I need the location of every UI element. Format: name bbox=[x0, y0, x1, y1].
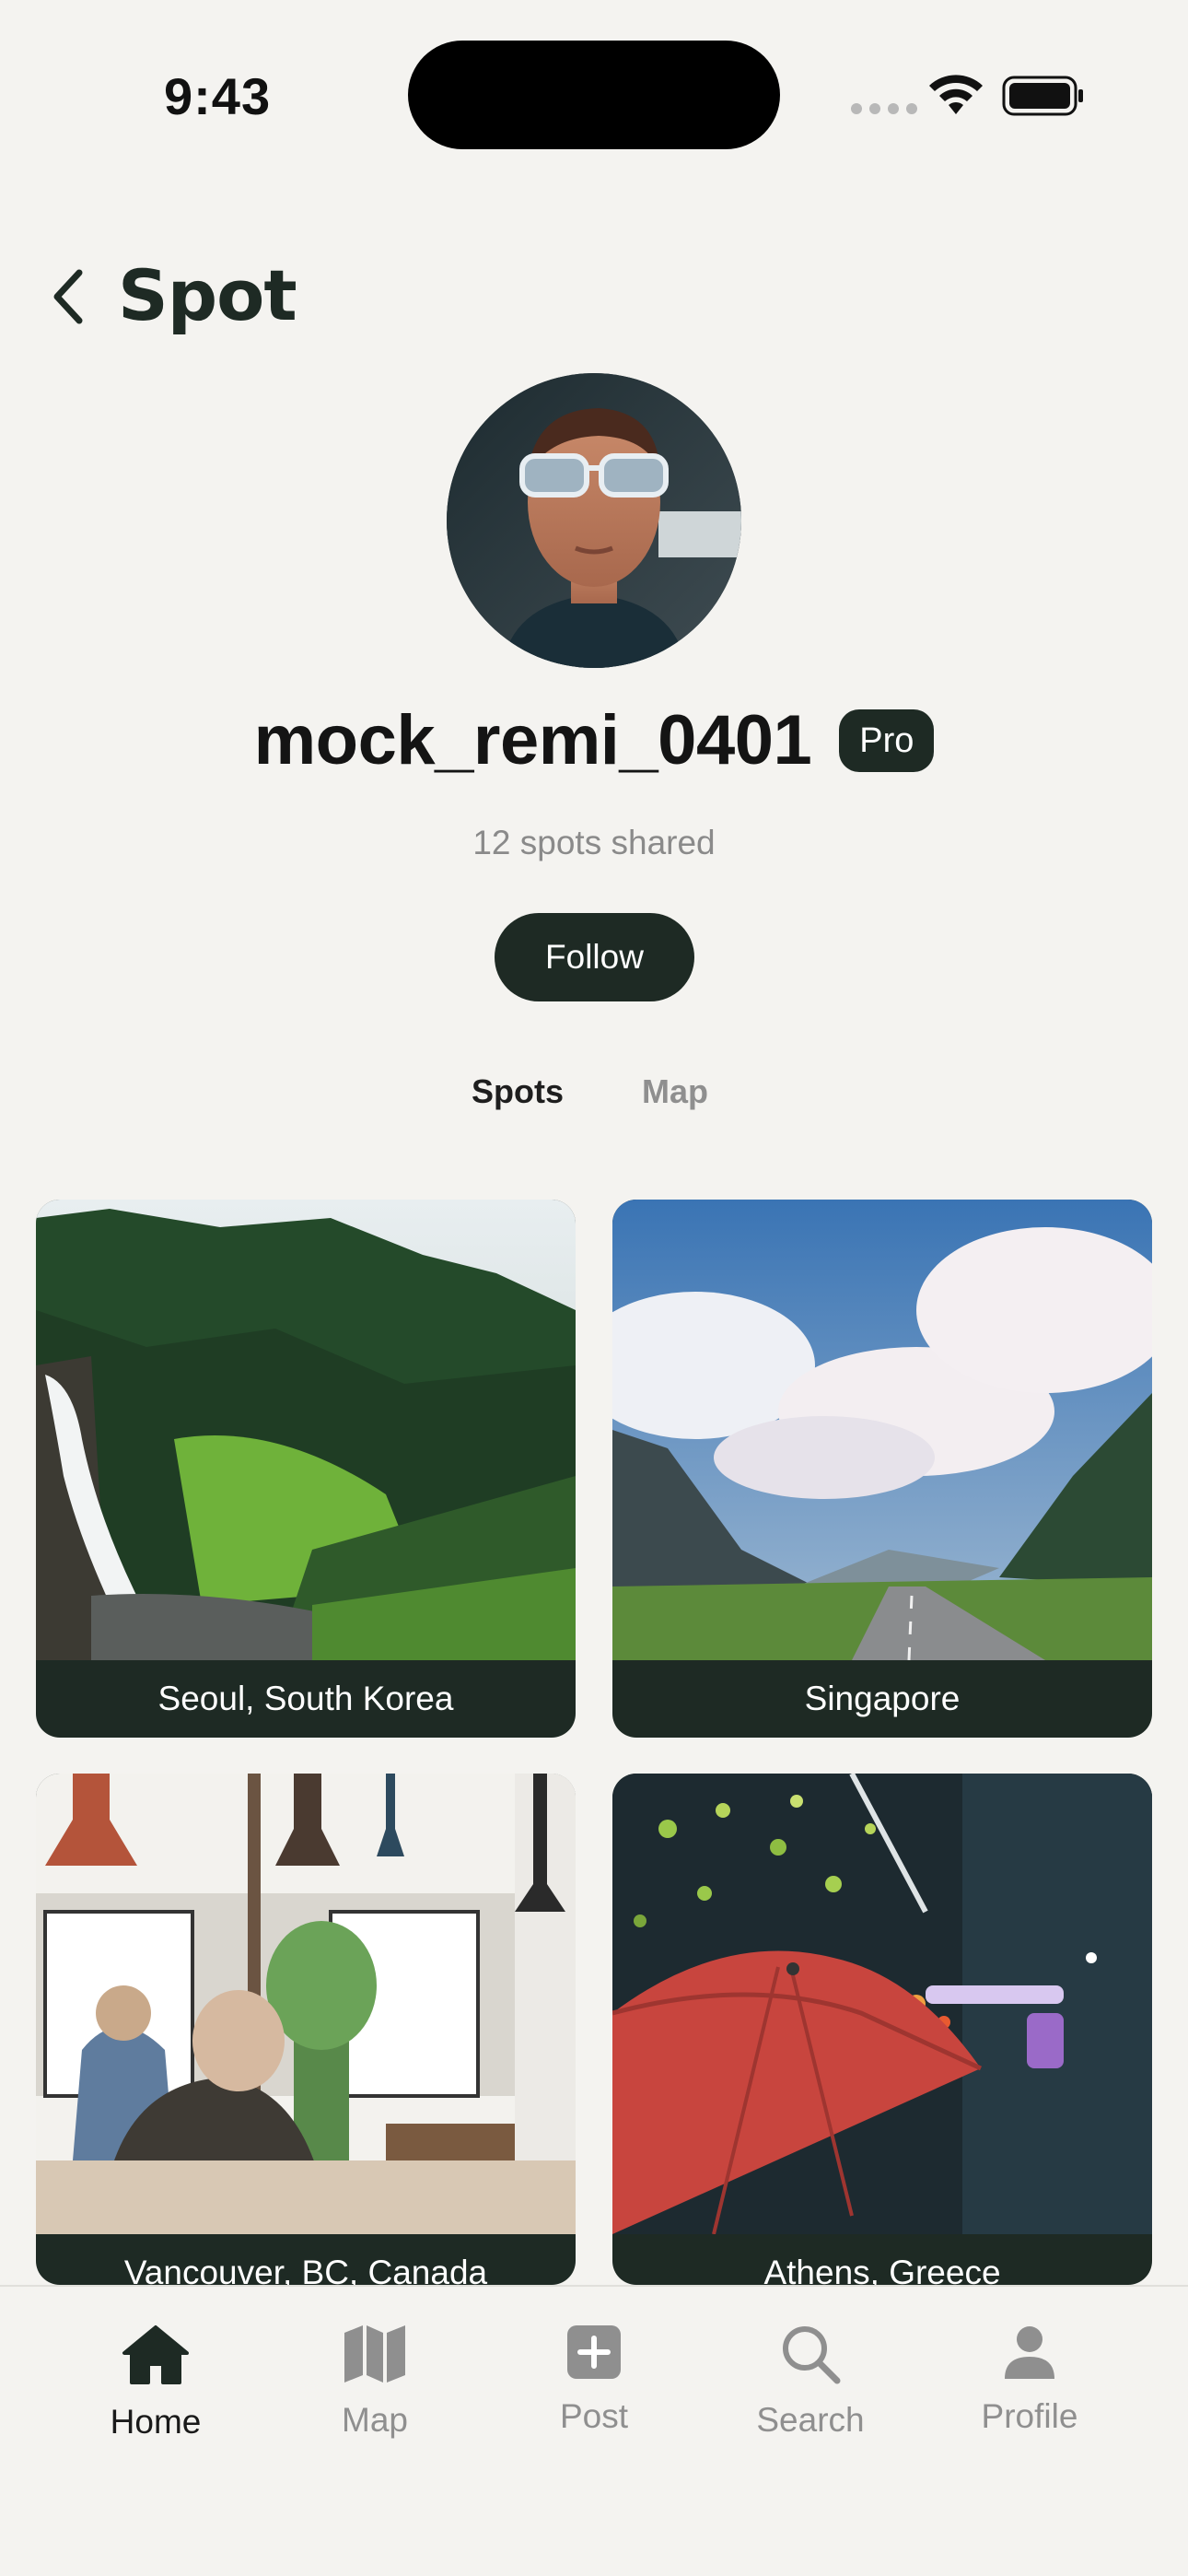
spot-photo-waterfall bbox=[36, 1200, 576, 1660]
nav-home[interactable]: Home bbox=[73, 2324, 239, 2441]
nav-home-label: Home bbox=[110, 2403, 202, 2441]
nav-post-label: Post bbox=[559, 2397, 629, 2435]
username: mock_remi_0401 bbox=[253, 701, 812, 779]
nav-post[interactable]: Post bbox=[511, 2324, 677, 2436]
nav-map[interactable]: Map bbox=[292, 2324, 458, 2440]
plus-square-icon bbox=[567, 2325, 621, 2379]
spot-card-label: Singapore bbox=[804, 1680, 961, 1717]
nav-profile-label: Profile bbox=[981, 2397, 1078, 2435]
wifi-icon bbox=[929, 75, 983, 114]
spot-photo-umbrella bbox=[612, 1774, 1152, 2234]
spot-card-label: Seoul, South Korea bbox=[157, 1680, 454, 1717]
follow-button[interactable]: Follow bbox=[495, 913, 694, 1001]
nav-map-label: Map bbox=[342, 2401, 408, 2439]
battery-icon bbox=[1002, 76, 1083, 116]
nav-profile[interactable]: Profile bbox=[947, 2324, 1112, 2436]
spot-card[interactable]: Seoul, South Korea bbox=[36, 1200, 576, 1738]
nav-search[interactable]: Search bbox=[728, 2324, 893, 2440]
cellular-signal-icon bbox=[851, 103, 917, 114]
spot-card[interactable]: Vancouver, BC, Canada bbox=[36, 1774, 576, 2285]
spot-card[interactable]: Singapore bbox=[612, 1200, 1152, 1738]
spot-card[interactable]: Athens, Greece bbox=[612, 1774, 1152, 2285]
home-icon bbox=[122, 2325, 189, 2384]
status-bar: 9:43 bbox=[0, 0, 1188, 184]
page-title: Spot bbox=[118, 254, 297, 336]
avatar bbox=[447, 373, 741, 668]
person-icon bbox=[1005, 2326, 1054, 2379]
tab-map[interactable]: Map bbox=[642, 1072, 708, 1111]
status-time: 9:43 bbox=[164, 67, 272, 125]
spot-photo-mountain-road bbox=[612, 1200, 1152, 1660]
bottom-tab-bar: Home Map Post Search Profile bbox=[0, 2285, 1188, 2576]
back-button[interactable] bbox=[41, 260, 96, 334]
chevron-left-icon bbox=[53, 269, 83, 324]
spot-photo-cafe bbox=[36, 1774, 576, 2234]
spots-shared-count: 12 spots shared bbox=[472, 824, 716, 861]
map-icon bbox=[344, 2325, 405, 2383]
dynamic-island bbox=[408, 41, 780, 149]
nav-search-label: Search bbox=[756, 2401, 865, 2439]
profile-tabs: Spots Map bbox=[0, 1072, 1188, 1118]
profile-name-row: mock_remi_0401 Pro bbox=[0, 700, 1188, 780]
spot-card-label: Vancouver, BC, Canada bbox=[123, 2254, 488, 2285]
tab-spots[interactable]: Spots bbox=[472, 1072, 564, 1111]
pro-badge: Pro bbox=[839, 708, 935, 772]
search-icon bbox=[783, 2326, 841, 2384]
spot-card-label: Athens, Greece bbox=[763, 2254, 1001, 2285]
